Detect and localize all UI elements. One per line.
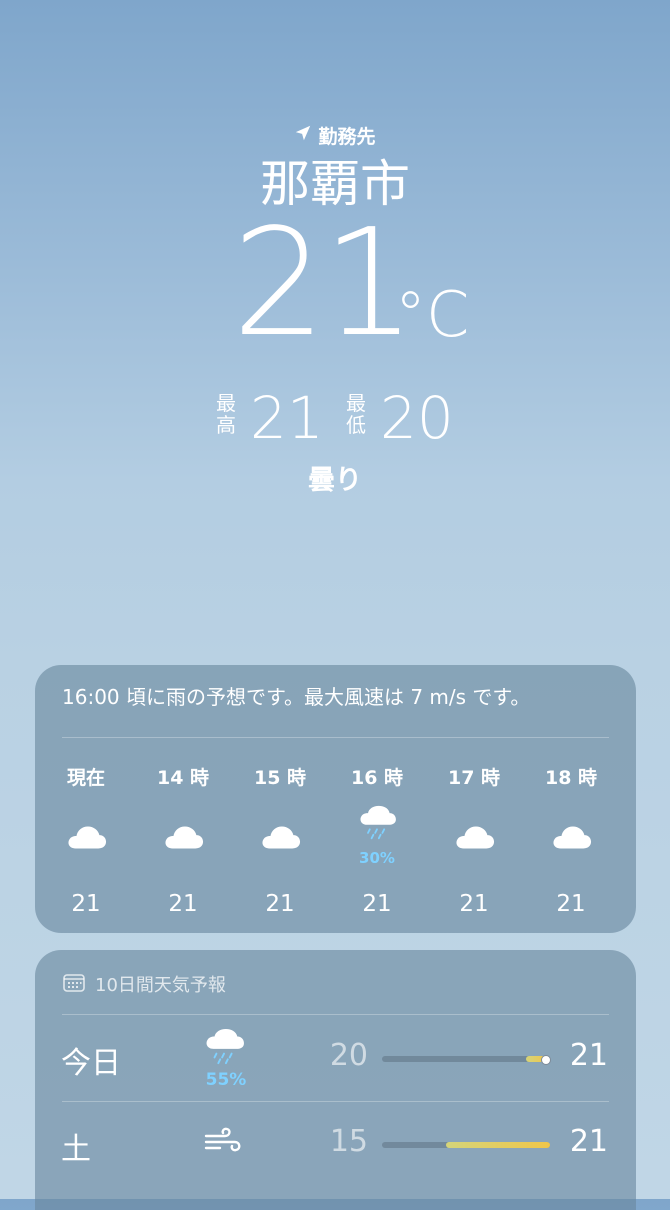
hour-label: 16 時 — [350, 767, 404, 789]
high-temperature: 21 — [569, 1124, 608, 1159]
current-temperature: 21 — [232, 197, 416, 369]
hour-label: 14 時 — [156, 767, 210, 789]
temperature-range-fill — [445, 1142, 550, 1148]
sky-cloud — [130, 70, 300, 120]
hour-temperature: 21 — [168, 891, 198, 917]
temperature-range-bar — [382, 1055, 551, 1065]
cloud-icon — [425, 823, 523, 873]
day-name: 今日 — [61, 1046, 121, 1081]
hour-temperature: 21 — [459, 891, 489, 917]
hour-label: 18 時 — [544, 767, 598, 789]
high-temperature: 21 — [250, 384, 324, 452]
cloud-icon — [231, 823, 329, 873]
daily-row[interactable]: 今日 55% 20 21 — [35, 1016, 636, 1102]
hour-temperature: 21 — [362, 891, 392, 917]
precip-chance: 55% — [205, 1070, 247, 1090]
calendar-icon — [63, 973, 85, 996]
temperature-range-bar — [382, 1142, 550, 1148]
condition-text: 曇り — [308, 465, 362, 496]
cloud-rain-icon — [328, 805, 426, 855]
location-row: 勤務先 — [0, 120, 670, 150]
precip-chance: 30% — [359, 849, 395, 867]
high-low-row: 最高 21 最低 20 — [0, 388, 670, 448]
low-label: 最低 — [346, 391, 366, 437]
cloud-icon — [134, 823, 232, 873]
low-temperature: 20 — [380, 384, 454, 452]
hour-temperature: 21 — [71, 891, 101, 917]
wind-icon — [203, 1126, 249, 1166]
high-temperature: 21 — [569, 1038, 608, 1073]
high-label: 最高 — [216, 391, 236, 437]
hour-temperature: 21 — [265, 891, 295, 917]
divider — [62, 1014, 609, 1015]
hourly-forecast-card[interactable]: 16:00 頃に雨の予想です。最大風速は 7 m/s です。 現在 21 14 時 2… — [35, 665, 636, 933]
ten-day-title: 10日間天気予報 — [95, 975, 226, 996]
day-name: 土 — [61, 1132, 91, 1167]
divider — [62, 737, 609, 738]
cloud-icon — [37, 823, 135, 873]
forecast-summary: 16:00 頃に雨の予想です。最大風速は 7 m/s です。 — [62, 685, 531, 709]
current-weather: 勤務先 那覇市 21 °C — [0, 120, 670, 370]
hour-temperature: 21 — [556, 891, 586, 917]
ten-day-forecast-card[interactable]: 10日間天気予報 今日 55% 20 21 土 15 21 — [35, 950, 636, 1210]
cloud-icon — [522, 823, 620, 873]
location-arrow-icon — [294, 124, 312, 147]
temperature-unit: °C — [395, 278, 470, 351]
hour-label: 15 時 — [253, 767, 307, 789]
location-label: 勤務先 — [318, 125, 376, 148]
daily-row[interactable]: 土 15 21 — [35, 1102, 636, 1187]
low-temperature: 15 — [329, 1124, 368, 1159]
hour-label: 現在 — [66, 767, 105, 789]
current-temperature-dot — [540, 1055, 551, 1065]
cloud-rain-icon — [203, 1028, 249, 1068]
hour-label: 17 時 — [447, 767, 501, 789]
low-temperature: 20 — [329, 1038, 368, 1073]
